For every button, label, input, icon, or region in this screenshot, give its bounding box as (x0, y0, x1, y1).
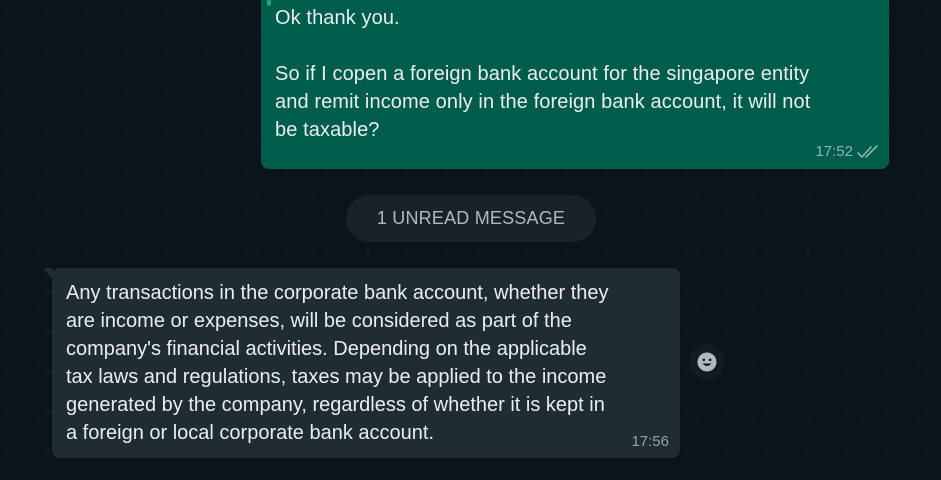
double-check-icon (857, 144, 878, 158)
smiley-icon (697, 352, 717, 372)
message-text-line: Ok thank you. (275, 7, 400, 29)
chat-panel: Ok thank you. So if I copen a foreign ba… (0, 0, 941, 480)
unread-divider: 1 UNREAD MESSAGE (346, 195, 596, 242)
message-text-line: be taxable? (275, 119, 380, 141)
message-text-line: generated by the company, regardless of … (66, 394, 605, 416)
bubble-tail (43, 268, 53, 280)
message-text-line: tax laws and regulations, taxes may be a… (66, 366, 607, 388)
message-time: 17:56 (631, 433, 669, 450)
message-text-line: company's financial activities. Dependin… (66, 338, 587, 360)
message-meta: 17:52 (815, 143, 879, 160)
bubble-tail (267, 0, 271, 6)
message-text-line: a foreign or local corporate bank accoun… (66, 422, 434, 444)
outgoing-message[interactable]: Ok thank you. So if I copen a foreign ba… (261, 0, 889, 169)
message-time: 17:52 (815, 143, 853, 160)
message-text-line: are income or expenses, will be consider… (66, 310, 572, 332)
incoming-message[interactable]: Any transactions in the corporate bank a… (43, 268, 680, 458)
message-text-line: So if I copen a foreign bank account for… (275, 63, 810, 85)
message-text-line: Any transactions in the corporate bank a… (66, 282, 609, 304)
message-text-line: and remit income only in the foreign ban… (275, 91, 811, 113)
unread-label: 1 UNREAD MESSAGE (376, 208, 566, 228)
reaction-button[interactable] (689, 344, 725, 380)
